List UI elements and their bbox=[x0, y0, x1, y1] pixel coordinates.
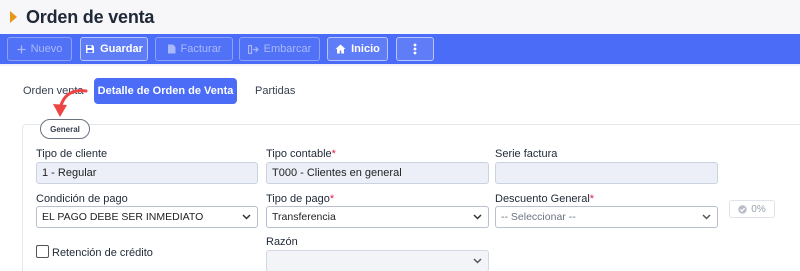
tipo-pago-select[interactable]: Transferencia bbox=[266, 206, 489, 228]
tab-partidas-label: Partidas bbox=[255, 85, 296, 97]
page-title: Orden de venta bbox=[26, 7, 155, 27]
save-icon bbox=[86, 45, 95, 53]
tab-partidas[interactable]: Partidas bbox=[255, 78, 315, 104]
descuento-badge-value: 0% bbox=[751, 203, 766, 215]
descuento-badge: 0% bbox=[729, 200, 775, 218]
condicion-pago-value: EL PAGO DEBE SER INMEDIATO bbox=[42, 211, 204, 223]
toolbar: Nuevo Guardar Facturar Embarcar Inicio bbox=[0, 34, 800, 64]
tipo-contable-field[interactable]: T000 - Clientes en general bbox=[266, 162, 489, 184]
tab-detalle-orden-venta[interactable]: Detalle de Orden de Venta bbox=[94, 78, 237, 104]
chevron-down-icon bbox=[473, 258, 482, 264]
plus-icon bbox=[17, 45, 26, 53]
tipo-pago-label-text: Tipo de pago bbox=[266, 193, 330, 205]
condicion-pago-label: Condición de pago bbox=[36, 193, 128, 205]
tipo-pago-value: Transferencia bbox=[272, 211, 336, 223]
save-button-label: Guardar bbox=[100, 43, 143, 55]
tipo-pago-label: Tipo de pago* bbox=[266, 193, 334, 205]
tipo-contable-label-text: Tipo contable bbox=[266, 148, 332, 160]
invoice-icon bbox=[167, 44, 176, 54]
tipo-contable-value: T000 - Clientes en general bbox=[272, 167, 402, 179]
required-marker: * bbox=[589, 193, 595, 205]
ship-button[interactable]: Embarcar bbox=[239, 37, 320, 61]
required-marker: * bbox=[331, 148, 336, 160]
descuento-general-select[interactable]: -- Seleccionar -- bbox=[495, 206, 718, 228]
tipo-cliente-label: Tipo de cliente bbox=[36, 148, 108, 160]
save-button[interactable]: Guardar bbox=[80, 37, 148, 61]
ship-icon bbox=[247, 44, 259, 54]
required-marker: * bbox=[329, 193, 335, 205]
condicion-pago-select[interactable]: EL PAGO DEBE SER INMEDIATO bbox=[36, 206, 258, 228]
descuento-general-label: Descuento General* bbox=[495, 193, 594, 205]
section-general-label: General bbox=[50, 124, 80, 134]
invoice-button[interactable]: Facturar bbox=[155, 37, 233, 61]
more-vertical-icon bbox=[413, 43, 417, 55]
razon-label: Razón bbox=[266, 236, 298, 248]
caret-right-icon bbox=[10, 11, 17, 23]
new-button[interactable]: Nuevo bbox=[7, 37, 72, 61]
page-header: Orden de venta bbox=[0, 0, 800, 34]
tab-bar: Orden venta Detalle de Orden de Venta Pa… bbox=[0, 72, 800, 108]
retencion-credito-label: Retención de crédito bbox=[52, 247, 153, 259]
ship-button-label: Embarcar bbox=[263, 43, 312, 55]
more-options-button[interactable] bbox=[396, 37, 434, 61]
invoice-button-label: Facturar bbox=[180, 43, 222, 55]
retencion-credito-checkbox[interactable] bbox=[36, 245, 49, 258]
chevron-down-icon bbox=[702, 214, 711, 220]
check-circle-icon bbox=[738, 204, 747, 214]
serie-factura-field[interactable] bbox=[495, 162, 718, 184]
serie-factura-label: Serie factura bbox=[495, 148, 558, 160]
descuento-general-label-text: Descuento General bbox=[495, 193, 590, 205]
tipo-cliente-field[interactable]: 1 - Regular bbox=[36, 162, 258, 184]
descuento-general-value: -- Seleccionar -- bbox=[501, 211, 576, 223]
arrow-icon bbox=[53, 89, 88, 117]
new-button-label: Nuevo bbox=[30, 43, 63, 55]
section-general-pill[interactable]: General bbox=[40, 119, 90, 139]
razon-select[interactable] bbox=[266, 250, 489, 271]
chevron-down-icon bbox=[473, 214, 482, 220]
home-icon bbox=[335, 44, 346, 54]
tipo-contable-label: Tipo contable* bbox=[266, 148, 336, 160]
tab-detalle-label: Detalle de Orden de Venta bbox=[97, 85, 234, 97]
home-button-label: Inicio bbox=[351, 43, 380, 55]
tipo-cliente-value: 1 - Regular bbox=[42, 167, 97, 179]
home-button[interactable]: Inicio bbox=[327, 37, 388, 61]
chevron-down-icon bbox=[242, 214, 251, 220]
